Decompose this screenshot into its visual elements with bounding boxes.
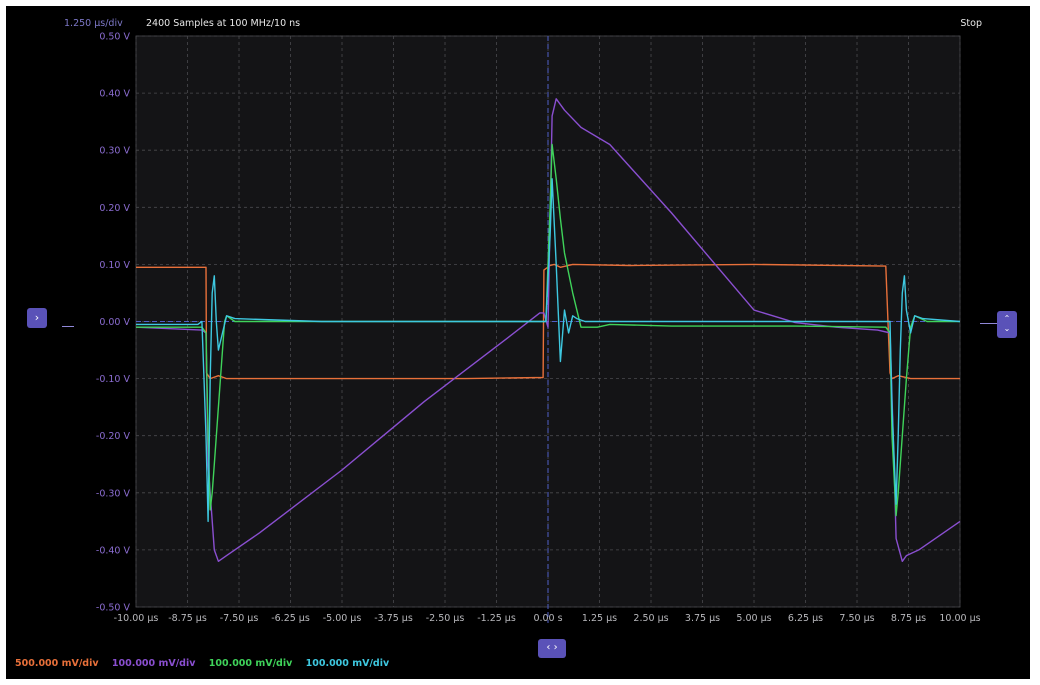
y-tick-label: 0.10 V [99,260,130,271]
x-tick-label: -5.00 µs [323,613,362,624]
x-tick-label: -1.25 µs [477,613,516,624]
x-tick-label: 1.25 µs [582,613,617,624]
x-tick-label: 3.75 µs [685,613,720,624]
y-tick-label: -0.10 V [96,374,131,385]
y-tick-label: -0.20 V [96,431,131,442]
x-tick-label: -10.00 µs [114,613,159,624]
channel-1-scale[interactable]: 500.000 mV/div [15,658,99,669]
x-tick-label: 5.00 µs [736,613,771,624]
channel-4-scale[interactable]: 100.000 mV/div [306,658,390,669]
x-tick-label: -8.75 µs [168,613,207,624]
channel-3-scale[interactable]: 100.000 mV/div [209,658,293,669]
y-tick-label: 0.30 V [99,146,130,157]
x-tick-label: 7.50 µs [839,613,874,624]
y-tick-label: 0.20 V [99,203,130,214]
x-tick-label: 8.75 µs [891,613,926,624]
y-tick-label: -0.50 V [96,603,131,614]
up-down-chevrons-icon: ⌃ ⌄ [1003,314,1011,333]
x-tick-label: -2.50 µs [426,613,465,624]
vertical-offset-marker[interactable]: ⌃ ⌄ [997,311,1017,338]
x-tick-label: -6.25 µs [271,613,310,624]
y-tick-label: 0.00 V [99,317,130,328]
y-tick-label: 0.50 V [99,32,130,43]
y-tick-label: 0.40 V [99,89,130,100]
chevron-right-icon: › [34,311,40,324]
waveform-chart: -10.00 µs -8.75 µs -7.50 µs -6.25 µs -5.00 µ… [62,32,998,624]
x-tick-label: -7.50 µs [220,613,259,624]
trigger-position-marker[interactable]: ‹ › [538,639,566,658]
x-tick-label: 6.25 µs [788,613,823,624]
trigger-level-marker[interactable]: › [27,308,47,328]
y-tick-label: -0.40 V [96,545,131,556]
channel-scales: 500.000 mV/div 100.000 mV/div 100.000 mV… [15,658,399,669]
oscilloscope-panel: 1.250 µs/div 2400 Samples at 100 MHz/10 … [6,6,1030,679]
channel-2-scale[interactable]: 100.000 mV/div [112,658,196,669]
x-tick-label: 2.50 µs [633,613,668,624]
x-tick-label: -3.75 µs [374,613,413,624]
x-tick-label: 10.00 µs [939,613,980,624]
y-tick-label: -0.30 V [96,488,131,499]
left-right-chevrons-icon: ‹ › [546,642,558,653]
